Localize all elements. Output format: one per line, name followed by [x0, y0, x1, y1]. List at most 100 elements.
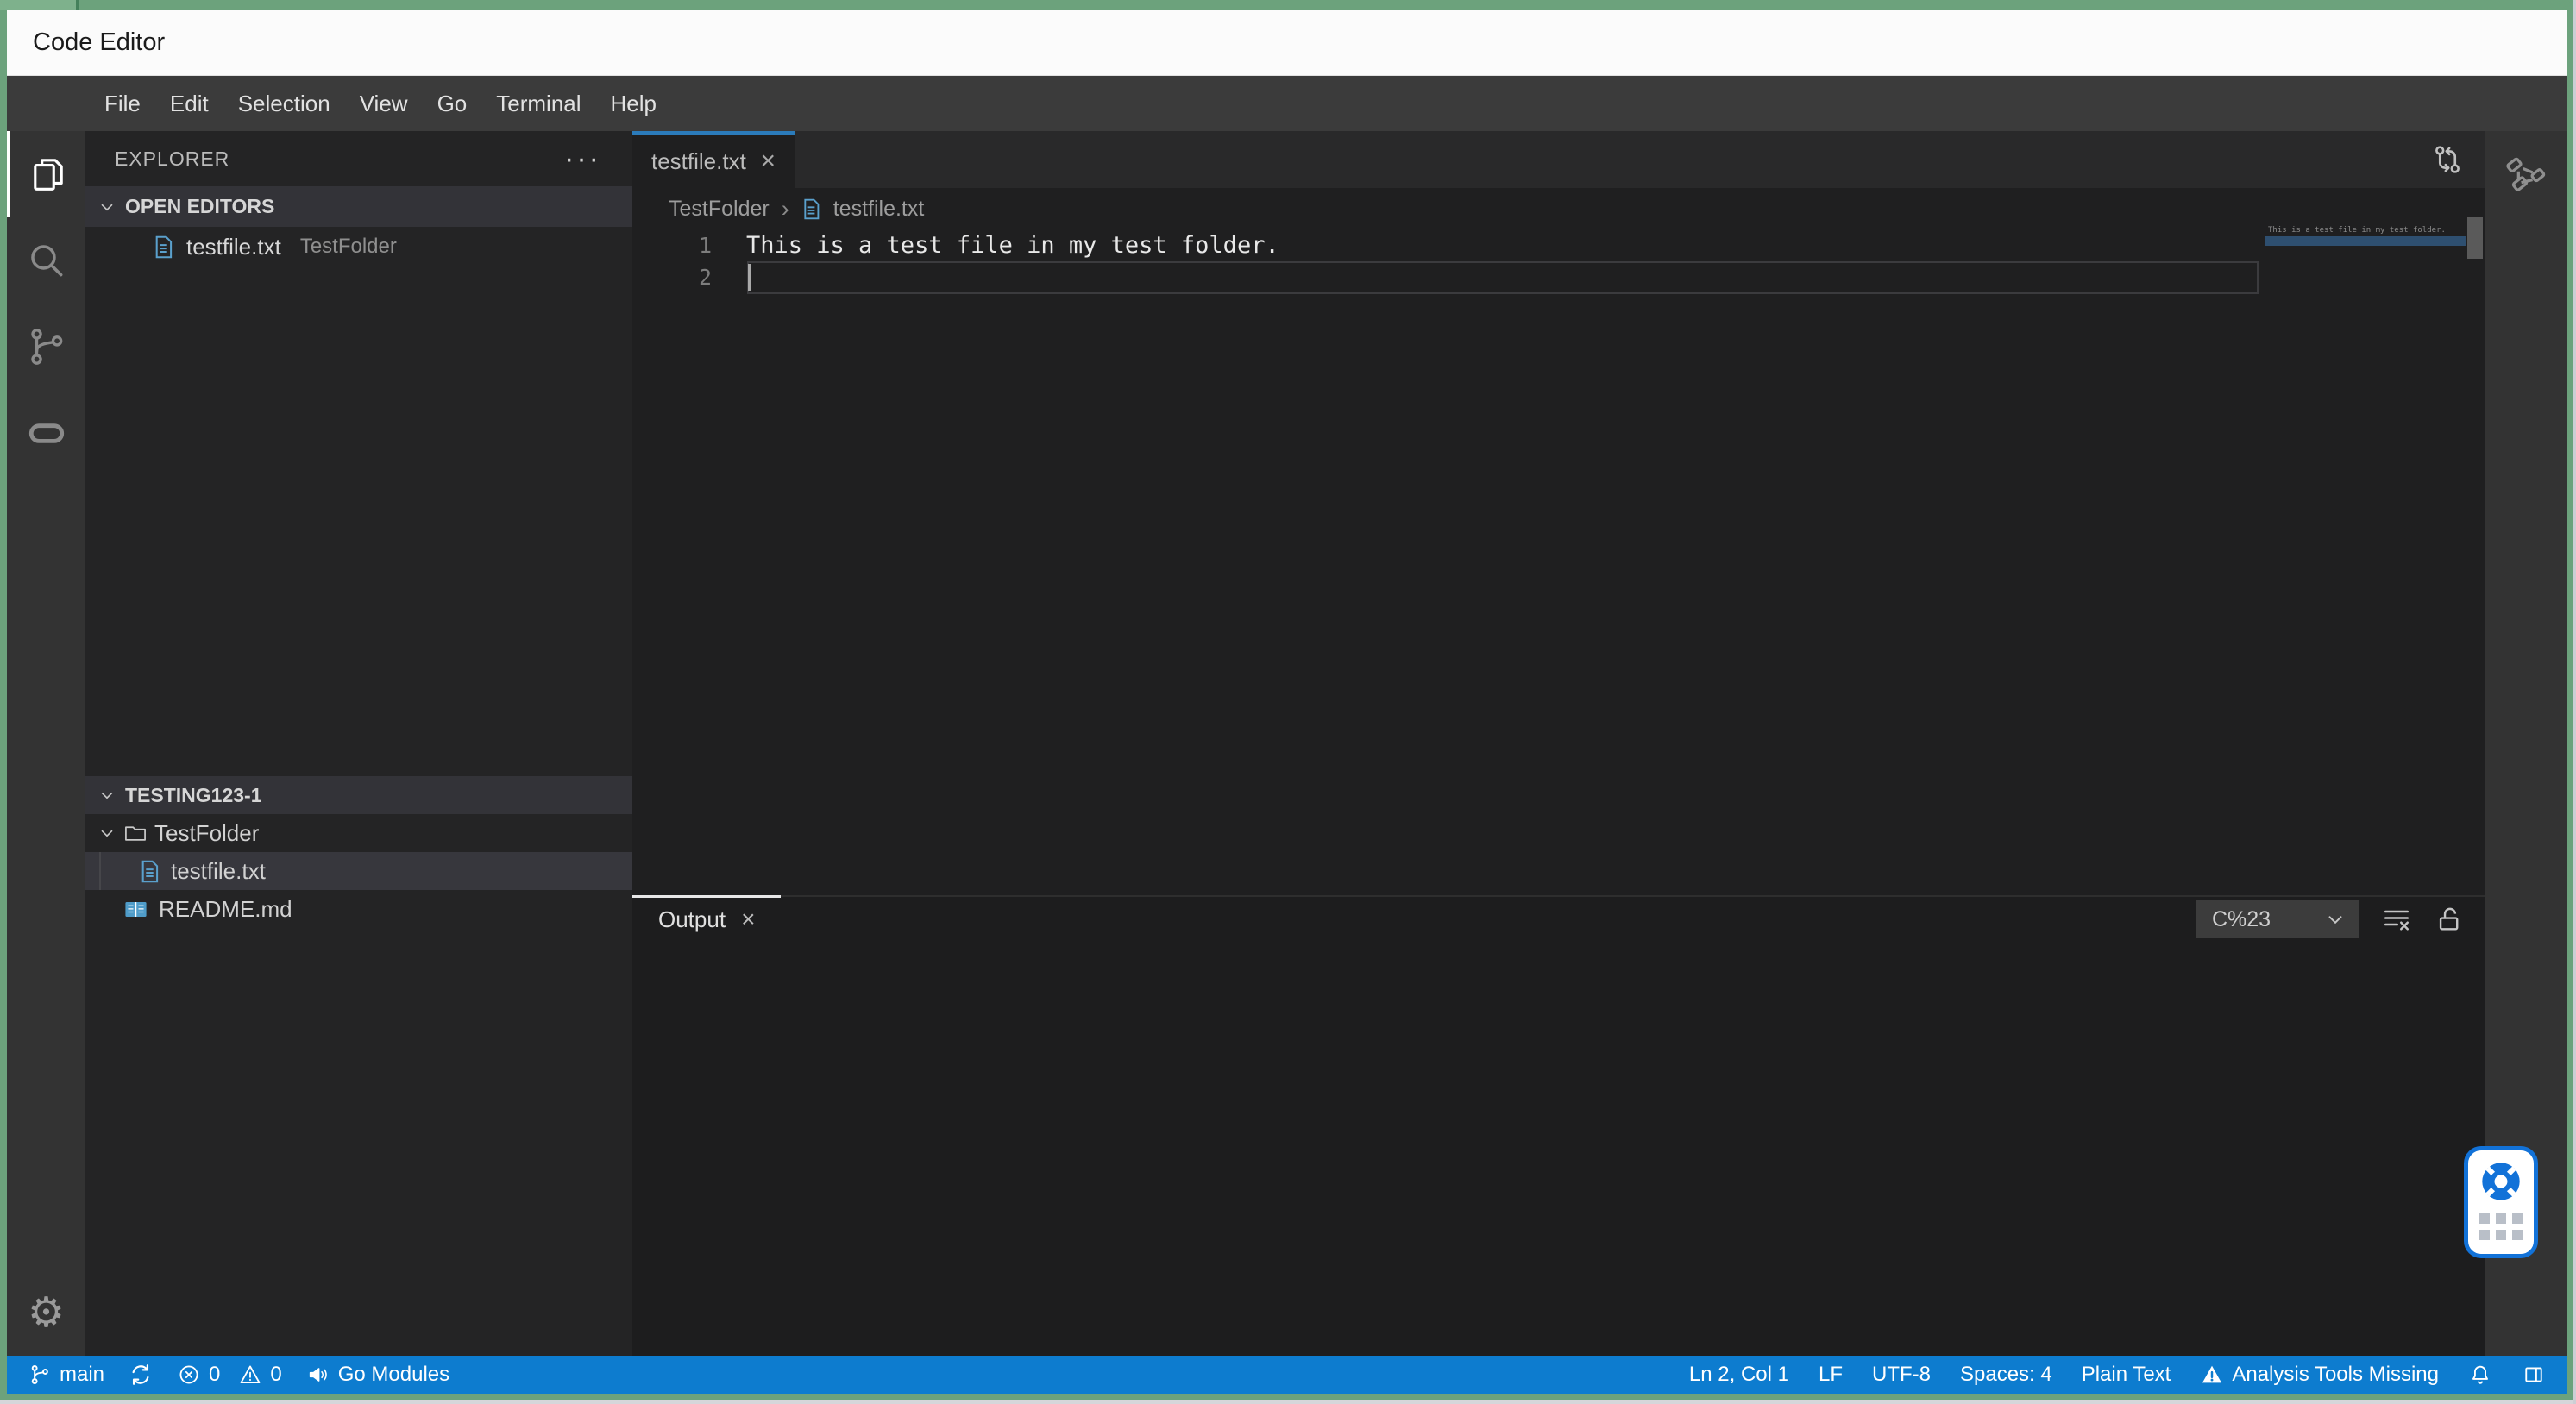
extensions-oval-icon — [25, 411, 68, 454]
branch-status-item[interactable]: main — [28, 1363, 104, 1387]
warning-filled-icon — [2200, 1363, 2224, 1387]
menu-edit[interactable]: Edit — [155, 76, 223, 131]
editor-group: testfile.txt × TestFolder › testfile.txt… — [632, 131, 2485, 1356]
file-text-icon — [139, 859, 160, 884]
line-text: This is a test file in my test folder. — [746, 232, 1279, 259]
drag-dots-icon[interactable] — [2479, 1213, 2523, 1240]
workspace-section-header[interactable]: TESTING123-1 — [85, 776, 632, 814]
explorer-header: EXPLORER ··· — [85, 131, 632, 186]
editor-scrollbar-thumb[interactable] — [2467, 217, 2483, 259]
git-branch-icon — [28, 1363, 52, 1387]
close-icon[interactable]: × — [760, 147, 776, 176]
frame-right-strip — [2573, 0, 2576, 1404]
encoding-item[interactable]: UTF-8 — [1872, 1363, 1931, 1387]
layout-icon — [2522, 1363, 2546, 1387]
open-editors-empty-space — [85, 266, 632, 776]
unlock-icon[interactable] — [2435, 905, 2464, 934]
menu-file[interactable]: File — [90, 76, 155, 131]
clear-output-icon[interactable] — [2381, 904, 2412, 935]
code-editor-window: Code Editor File Edit Selection View Go … — [7, 10, 2567, 1394]
error-icon — [177, 1363, 201, 1387]
menu-terminal[interactable]: Terminal — [481, 76, 595, 131]
tree-file-label: testfile.txt — [171, 857, 266, 884]
activity-explorer-button[interactable] — [7, 131, 85, 217]
branch-name: main — [60, 1363, 105, 1386]
minimap-line: This is a test file in my test folder. — [2268, 226, 2446, 235]
title-bar: Code Editor — [7, 10, 2567, 76]
bell-icon — [2468, 1363, 2492, 1387]
markdown-book-icon — [123, 899, 148, 920]
close-icon[interactable]: × — [741, 906, 755, 933]
eol-item[interactable]: LF — [1819, 1363, 1843, 1387]
megaphone-icon — [306, 1363, 330, 1387]
warning-count: 0 — [270, 1363, 282, 1386]
cursor-position-item[interactable]: Ln 2, Col 1 — [1689, 1363, 1789, 1387]
tree-folder-testfolder[interactable]: TestFolder — [85, 814, 632, 852]
chevron-down-icon — [2324, 908, 2347, 931]
file-text-icon — [153, 235, 174, 260]
window-title: Code Editor — [33, 28, 166, 56]
chevron-right-icon: › — [781, 195, 789, 222]
breadcrumb-folder[interactable]: TestFolder — [669, 197, 770, 222]
source-control-icon — [25, 325, 68, 368]
tab-label: testfile.txt — [651, 147, 746, 174]
menu-selection[interactable]: Selection — [223, 76, 345, 131]
menu-help[interactable]: Help — [596, 76, 671, 131]
sync-status-item[interactable] — [129, 1363, 153, 1387]
activity-source-control-button[interactable] — [7, 304, 85, 390]
frame-top-divider — [76, 0, 79, 10]
output-panel-content — [632, 942, 2485, 1356]
line-number: 2 — [698, 265, 712, 290]
menu-bar: File Edit Selection View Go Terminal Hel… — [7, 76, 2567, 131]
indent-guide — [99, 852, 101, 890]
current-line-highlight — [747, 261, 2259, 294]
line-number: 1 — [698, 233, 712, 258]
chevron-down-icon — [97, 824, 116, 843]
help-widget[interactable] — [2464, 1146, 2538, 1258]
activity-extensions-button[interactable] — [7, 390, 85, 476]
error-count: 0 — [209, 1363, 221, 1386]
output-channel-select[interactable]: C%23 — [2196, 900, 2359, 938]
lifebuoy-icon — [2477, 1157, 2525, 1206]
sync-icon — [129, 1363, 153, 1387]
language-mode-item[interactable]: Plain Text — [2082, 1363, 2171, 1387]
output-channel-value: C%23 — [2212, 906, 2271, 931]
problems-status-item[interactable]: 0 0 — [177, 1363, 282, 1387]
text-cursor — [748, 264, 751, 291]
code-editor[interactable]: 1 This is a test file in my test folder.… — [632, 226, 2485, 895]
notifications-bell-item[interactable] — [2468, 1363, 2492, 1387]
breadcrumb: TestFolder › testfile.txt — [632, 188, 2485, 229]
panel-tab-output[interactable]: Output × — [632, 895, 782, 942]
files-icon — [27, 153, 70, 196]
tree-file-readme[interactable]: README.md — [85, 890, 632, 928]
open-editor-item-testfile[interactable]: testfile.txt TestFolder — [85, 227, 632, 266]
tab-testfile[interactable]: testfile.txt × — [632, 131, 795, 188]
explorer-sidebar: EXPLORER ··· OPEN EDITORS testfile.txt T… — [85, 131, 632, 1356]
go-modules-status-item[interactable]: Go Modules — [306, 1363, 449, 1387]
layout-toggle-item[interactable] — [2522, 1363, 2546, 1387]
breadcrumb-file[interactable]: testfile.txt — [833, 197, 925, 222]
menu-view[interactable]: View — [345, 76, 423, 131]
tree-folder-label: TestFolder — [154, 819, 260, 846]
indentation-item[interactable]: Spaces: 4 — [1960, 1363, 2052, 1387]
open-editors-section-header[interactable]: OPEN EDITORS — [85, 186, 632, 227]
compare-changes-icon[interactable] — [2429, 141, 2466, 178]
folder-icon — [123, 821, 148, 845]
workflow-icon[interactable] — [2504, 152, 2548, 197]
minimap[interactable]: This is a test file in my test folder. — [2265, 224, 2466, 246]
settings-gear-button[interactable]: ⚙ — [7, 1269, 85, 1356]
analysis-tools-item[interactable]: Analysis Tools Missing — [2200, 1363, 2439, 1387]
editor-actions — [2429, 131, 2485, 188]
open-editor-file-label: testfile.txt — [186, 233, 281, 260]
go-modules-label: Go Modules — [337, 1363, 450, 1386]
more-actions-icon[interactable]: ··· — [564, 144, 601, 173]
tree-file-testfile-selected[interactable]: testfile.txt — [85, 852, 632, 890]
code-line-1: 1 This is a test file in my test folder. — [632, 229, 2485, 261]
activity-search-button[interactable] — [7, 217, 85, 304]
warning-icon — [238, 1363, 262, 1387]
bottom-panel: Output × C%23 — [632, 895, 2485, 1356]
menu-go[interactable]: Go — [423, 76, 482, 131]
file-text-icon — [801, 197, 821, 221]
panel-tab-label: Output — [658, 906, 726, 932]
minimap-highlight — [2265, 236, 2466, 246]
